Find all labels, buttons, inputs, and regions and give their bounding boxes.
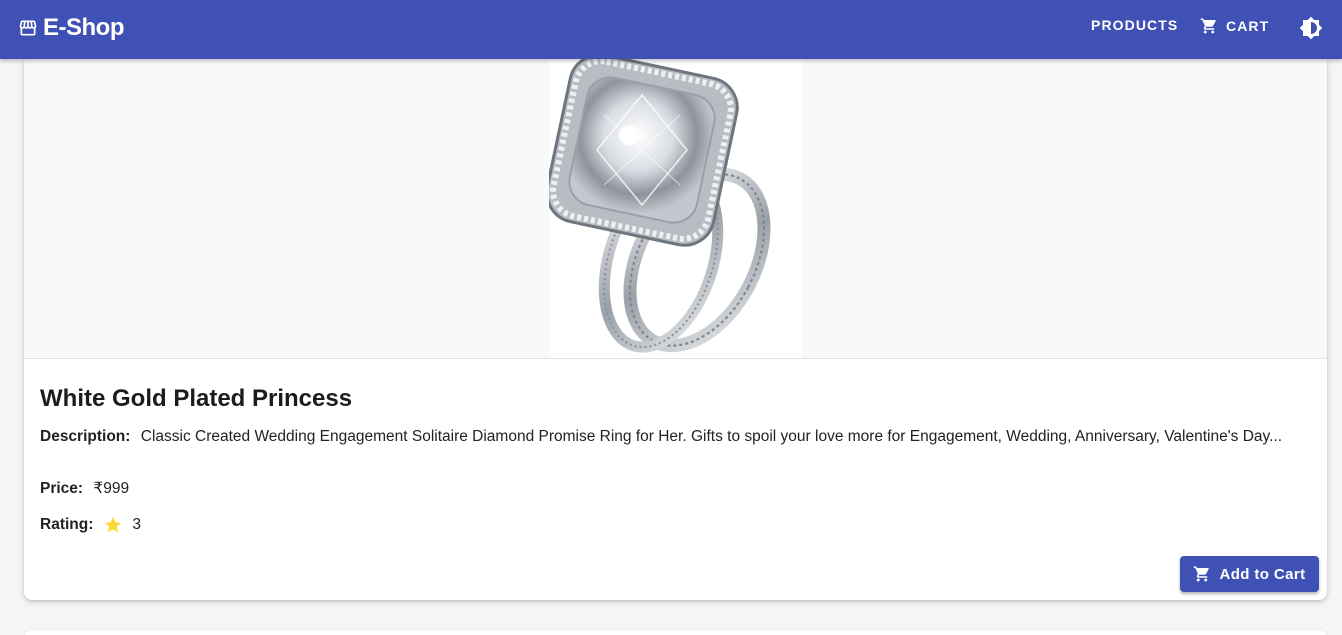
description-row: Description: Classic Created Wedding Eng…: [40, 427, 1310, 447]
cart-nav-label: CART: [1226, 18, 1270, 34]
brightness-toggle-icon: [1299, 16, 1323, 40]
product-media: [24, 55, 1327, 359]
rating-row: Rating: 3: [40, 515, 1310, 535]
cart-icon: [1193, 565, 1211, 583]
price-value: ₹999: [93, 480, 130, 497]
next-product-card: [24, 630, 1327, 635]
products-nav-button[interactable]: PRODUCTS: [1091, 17, 1178, 33]
cart-icon: [1200, 17, 1218, 35]
add-to-cart-button[interactable]: Add to Cart: [1180, 556, 1319, 592]
theme-toggle-button[interactable]: [1298, 15, 1324, 41]
price-label: Price:: [40, 480, 84, 497]
product-card: White Gold Plated Princess Description: …: [24, 55, 1327, 600]
brand-link[interactable]: E-Shop: [18, 14, 125, 42]
rating-value: 3: [132, 516, 142, 533]
cart-nav-button[interactable]: CART: [1200, 17, 1269, 35]
storefront-icon: [18, 18, 38, 38]
add-to-cart-label: Add to Cart: [1219, 565, 1306, 583]
star-icon: [103, 515, 123, 535]
product-title: White Gold Plated Princess: [40, 385, 353, 412]
product-image: [545, 55, 802, 358]
rating-label: Rating:: [40, 516, 94, 533]
brand-name: E-Shop: [43, 14, 125, 41]
description-label: Description:: [40, 428, 131, 445]
price-row: Price: ₹999: [40, 479, 1310, 499]
products-nav-label: PRODUCTS: [1091, 17, 1179, 33]
description-text: Classic Created Wedding Engagement Solit…: [140, 428, 1283, 445]
app-bar: E-Shop PRODUCTS CART: [0, 0, 1342, 59]
